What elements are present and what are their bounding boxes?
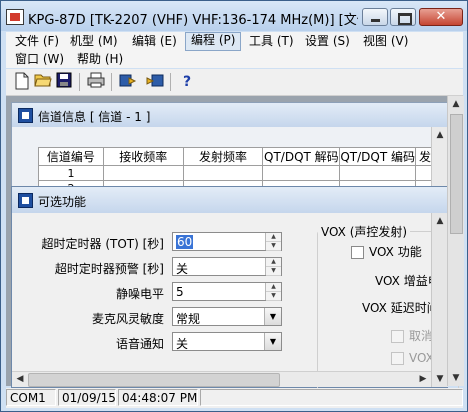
table-row[interactable]: 1	[38, 165, 447, 181]
col-channel-number[interactable]: 信道编号	[38, 147, 104, 166]
tot-value[interactable]: 60	[176, 235, 194, 249]
mdi-vscroll[interactable]: ▲ ▼	[447, 96, 464, 386]
toolbar-separator	[111, 73, 112, 91]
optional-features-window: 可选功能 超时定时器 (TOT) [秒] 60 ▲ ▼ 超时定时器预警 [秒] 关…	[11, 186, 464, 393]
scroll-right-icon[interactable]: ▶	[415, 371, 431, 387]
spin-up-icon[interactable]: ▲	[266, 233, 281, 242]
tot-prealert-value[interactable]: 关	[176, 260, 188, 277]
close-icon: ✕	[435, 9, 447, 24]
channel-info-title: 信道信息 [ 信道 - 1 ]	[38, 110, 151, 124]
menu-help[interactable]: 帮助 (H)	[72, 51, 128, 68]
spin-down-icon[interactable]: ▼	[266, 267, 281, 276]
scroll-up-icon[interactable]: ▲	[432, 127, 448, 143]
main-window: KPG-87D [TK-2207 (VHF) VHF:136-174 MHz(M…	[0, 0, 468, 412]
spin-down-icon[interactable]: ▼	[266, 242, 281, 251]
squelch-value[interactable]: 5	[176, 285, 184, 299]
scroll-up-icon[interactable]: ▲	[432, 213, 448, 229]
table-cell[interactable]	[102, 165, 184, 181]
channel-number-cell[interactable]: 1	[38, 165, 104, 181]
spin-buttons[interactable]: ▲ ▼	[265, 233, 281, 251]
vox-enable-label: VOX 功能	[369, 245, 422, 259]
read-radio-icon[interactable]	[118, 72, 138, 92]
help-icon[interactable]: ?	[177, 72, 197, 92]
chevron-down-icon[interactable]: ▼	[264, 333, 281, 350]
spin-up-icon[interactable]: ▲	[266, 283, 281, 292]
scroll-down-icon[interactable]: ▼	[448, 370, 464, 386]
horizontal-scroll-thumb[interactable]	[28, 373, 280, 387]
voice-announce-value: 关	[176, 337, 189, 351]
menu-view[interactable]: 视图 (V)	[358, 33, 413, 50]
print-icon[interactable]	[86, 72, 106, 92]
menu-bar: 文件 (F) 机型 (M) 编辑 (E) 编程 (P) 工具 (T) 设置 (S…	[6, 32, 463, 68]
app-icon	[6, 9, 24, 25]
chevron-down-icon[interactable]: ▼	[264, 308, 281, 325]
cancel-checkbox[interactable]	[391, 330, 404, 343]
optional-features-vscroll[interactable]: ▲ ▼	[431, 213, 448, 387]
mic-sensitivity-value: 常规	[176, 312, 201, 326]
voice-announce-select[interactable]: 关 ▼	[172, 332, 282, 351]
menu-edit[interactable]: 编辑 (E)	[127, 33, 182, 50]
tot-prealert-label: 超时定时器预警 [秒]	[54, 262, 164, 276]
spin-buttons[interactable]: ▲ ▼	[265, 258, 281, 276]
col-qt-decode[interactable]: QT/DQT 解码	[262, 147, 341, 166]
optional-features-title: 可选功能	[38, 195, 87, 209]
window-title: KPG-87D [TK-2207 (VHF) VHF:136-174 MHz(M…	[28, 13, 358, 28]
tot-prealert-spinbox[interactable]: 关 ▲ ▼	[172, 257, 282, 276]
table-cell[interactable]	[182, 165, 264, 181]
tot-spinbox[interactable]: 60 ▲ ▼	[172, 232, 282, 251]
toolbar-separator	[79, 73, 80, 91]
spin-buttons[interactable]: ▲ ▼	[265, 283, 281, 301]
status-date: 01/09/15	[58, 389, 116, 406]
menu-tools[interactable]: 工具 (T)	[244, 33, 299, 50]
table-cell[interactable]	[262, 165, 341, 181]
new-file-icon[interactable]	[12, 72, 32, 92]
optional-features-titlebar[interactable]: 可选功能	[12, 187, 447, 213]
tot-label: 超时定时器 (TOT) [秒]	[41, 237, 164, 251]
col-rx-frequency[interactable]: 接收频率	[102, 147, 184, 166]
close-button[interactable]: ✕	[419, 8, 463, 26]
toolbar-separator	[170, 73, 171, 91]
menu-settings[interactable]: 设置 (S)	[300, 33, 355, 50]
scroll-down-icon[interactable]: ▼	[432, 371, 448, 387]
optional-features-hscroll[interactable]: ◀ ▶	[12, 371, 431, 387]
squelch-label: 静噪电平	[115, 287, 164, 301]
menu-model[interactable]: 机型 (M)	[65, 33, 123, 50]
scroll-up-icon[interactable]: ▲	[448, 96, 464, 112]
voice-announce-label: 语音通知	[115, 337, 164, 351]
vox-other-checkbox[interactable]	[391, 352, 404, 365]
table-header-row: 信道编号 接收频率 发射频率 QT/DQT 解码 QT/DQT 编码 发射	[38, 147, 447, 166]
vox-enable-checkbox[interactable]	[351, 246, 364, 259]
menu-file[interactable]: 文件 (F)	[10, 33, 64, 50]
spin-up-icon[interactable]: ▲	[266, 258, 281, 267]
col-tx-frequency[interactable]: 发射频率	[182, 147, 264, 166]
col-qt-encode[interactable]: QT/DQT 编码	[339, 147, 417, 166]
open-folder-icon[interactable]	[33, 72, 53, 92]
squelch-spinbox[interactable]: 5 ▲ ▼	[172, 282, 282, 301]
write-radio-icon[interactable]	[145, 72, 165, 92]
vox-group-title: VOX (声控发射)	[318, 223, 411, 240]
toolbar: ?	[6, 69, 463, 96]
window-icon	[18, 108, 33, 123]
status-port: COM1	[6, 389, 56, 406]
channel-info-titlebar[interactable]: 信道信息 [ 信道 - 1 ]	[12, 103, 447, 127]
spin-down-icon[interactable]: ▼	[266, 292, 281, 301]
status-message	[200, 389, 463, 406]
mic-sensitivity-label: 麦克风灵敏度	[91, 312, 164, 326]
menu-program[interactable]: 编程 (P)	[185, 32, 242, 51]
maximize-button[interactable]	[390, 8, 416, 26]
title-bar[interactable]: KPG-87D [TK-2207 (VHF) VHF:136-174 MHz(M…	[1, 1, 467, 31]
menu-window[interactable]: 窗口 (W)	[10, 51, 69, 68]
scroll-left-icon[interactable]: ◀	[12, 371, 28, 387]
save-icon[interactable]	[54, 72, 74, 92]
table-cell[interactable]	[339, 165, 417, 181]
minimize-button[interactable]	[362, 8, 388, 26]
status-bar: COM1 01/09/15 04:48:07 PM	[6, 388, 463, 408]
mic-sensitivity-select[interactable]: 常规 ▼	[172, 307, 282, 326]
status-time: 04:48:07 PM	[118, 389, 198, 406]
vertical-scroll-thumb[interactable]	[450, 114, 463, 234]
mdi-client-area: 信道信息 [ 信道 - 1 ] 信道编号 接收频率 发射频率 QT/DQT 解码…	[6, 96, 464, 393]
window-icon	[18, 193, 33, 208]
